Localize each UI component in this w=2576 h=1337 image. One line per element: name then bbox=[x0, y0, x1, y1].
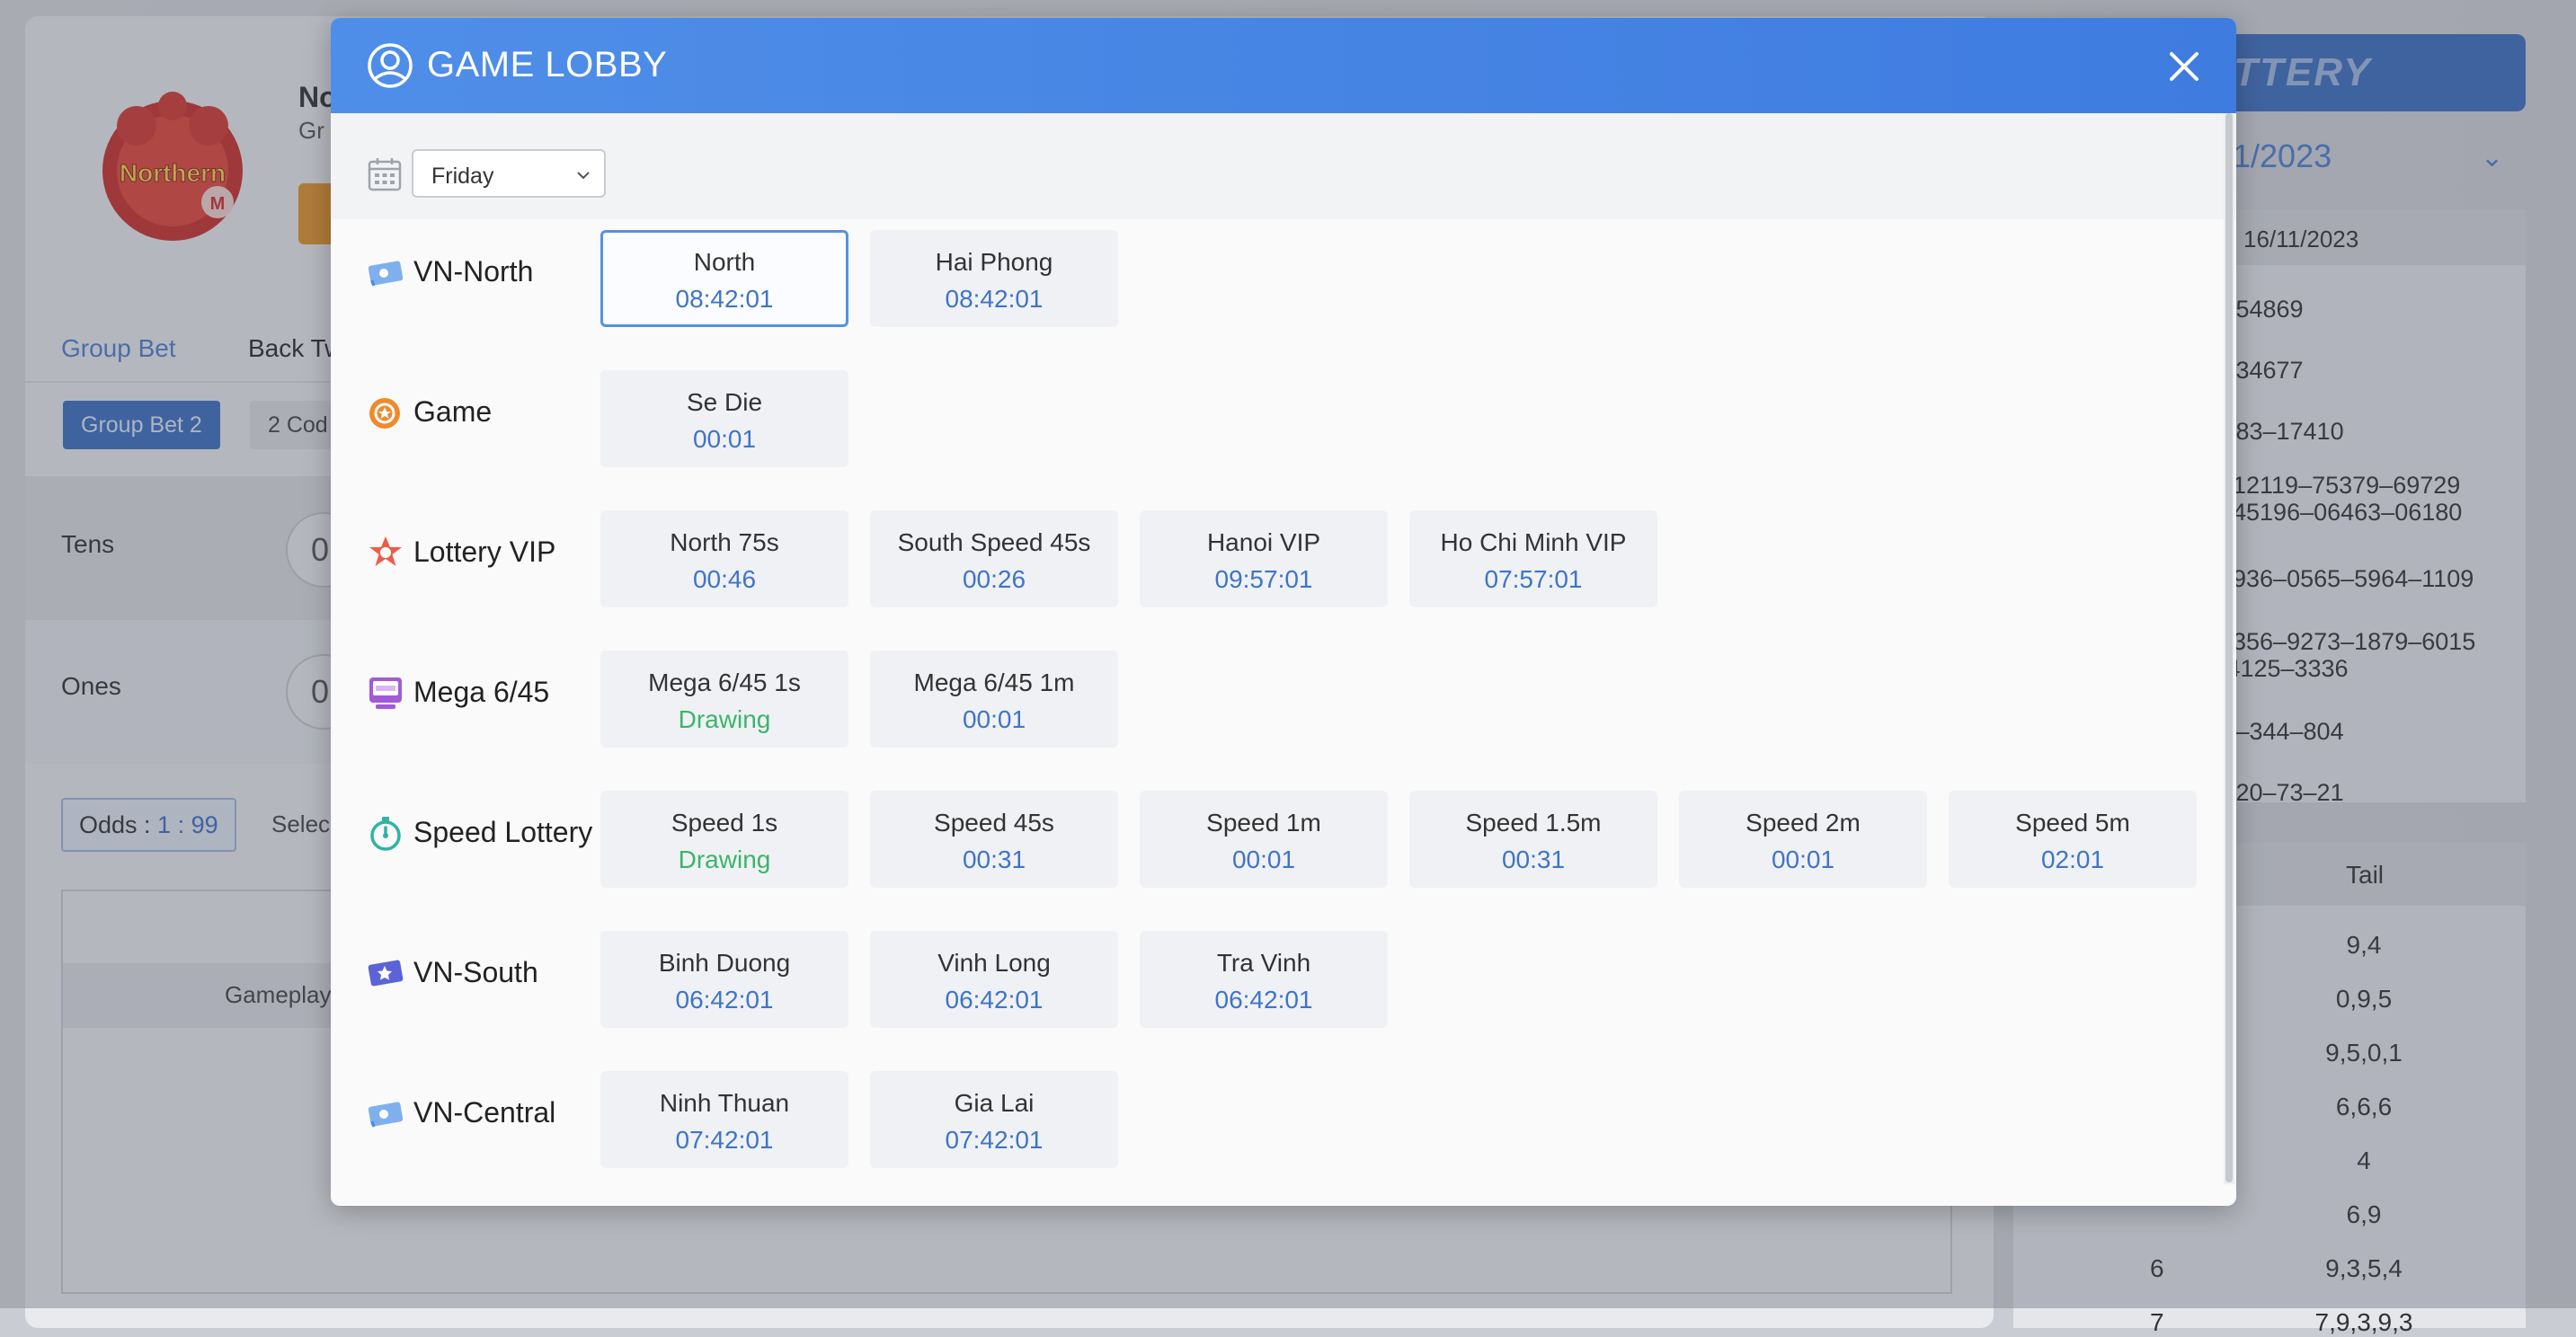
game-countdown: 06:42:01 bbox=[1214, 986, 1313, 1014]
game-name: South Speed 45s bbox=[897, 528, 1091, 556]
game-name: Se Die bbox=[686, 388, 763, 416]
game-countdown: 00:01 bbox=[1231, 846, 1296, 873]
game-name: Speed 1.5m bbox=[1465, 809, 1602, 837]
category-label: Lottery VIP bbox=[413, 536, 556, 568]
game-name: Speed 45s bbox=[934, 809, 1054, 837]
modal-scrollbar[interactable] bbox=[2224, 113, 2234, 1184]
game-north[interactable]: North 08:42:01 bbox=[600, 230, 848, 327]
game-name: Ninh Thuan bbox=[659, 1089, 790, 1117]
game-name: North bbox=[693, 248, 756, 276]
game-tra-vinh[interactable]: Tra Vinh 06:42:01 bbox=[1140, 931, 1388, 1028]
game-countdown: 00:26 bbox=[962, 565, 1026, 593]
calendar-icon bbox=[368, 158, 402, 191]
category-label: Mega 6/45 bbox=[413, 676, 550, 708]
game-speed-1m[interactable]: Speed 1m 00:01 bbox=[1140, 791, 1388, 888]
game-name: Vinh Long bbox=[937, 949, 1051, 977]
game-countdown: 08:42:01 bbox=[945, 285, 1044, 313]
game-hai-phong[interactable]: Hai Phong 08:42:01 bbox=[870, 230, 1118, 327]
lobby-toolbar: Friday bbox=[331, 113, 2236, 219]
game-se-die[interactable]: Se Die 00:01 bbox=[600, 370, 848, 467]
day-select[interactable]: Friday bbox=[412, 149, 606, 198]
game-ho-chi-minh-vip[interactable]: Ho Chi Minh VIP 07:57:01 bbox=[1409, 510, 1657, 607]
ticket-star-icon bbox=[368, 960, 404, 987]
game-countdown: 09:57:01 bbox=[1214, 565, 1313, 593]
game-coin-icon bbox=[369, 398, 400, 429]
game-mega-645-1m[interactable]: Mega 6/45 1m 00:01 bbox=[870, 651, 1118, 748]
game-status-drawing: Drawing bbox=[678, 846, 771, 873]
category-label: Speed Lottery bbox=[413, 816, 593, 848]
game-countdown: 06:42:01 bbox=[945, 986, 1044, 1014]
game-speed-5m[interactable]: Speed 5m 02:01 bbox=[1949, 791, 2197, 888]
game-gia-lai[interactable]: Gia Lai 07:42:01 bbox=[870, 1071, 1118, 1168]
chevron-down-icon bbox=[577, 172, 590, 180]
game-name: Ho Chi Minh VIP bbox=[1440, 528, 1627, 556]
game-name: Speed 1m bbox=[1206, 809, 1321, 837]
game-speed-2m[interactable]: Speed 2m 00:01 bbox=[1679, 791, 1927, 888]
game-countdown: 07:57:01 bbox=[1484, 565, 1583, 593]
game-countdown: 08:42:01 bbox=[675, 285, 774, 313]
game-lobby-modal: GAME LOBBY Friday VN-North North 08:42:0… bbox=[331, 18, 2236, 1206]
game-name: Binh Duong bbox=[658, 949, 791, 977]
game-countdown: 07:42:01 bbox=[945, 1126, 1044, 1154]
game-name: North 75s bbox=[670, 528, 779, 556]
game-south-speed-45s[interactable]: South Speed 45s 00:26 bbox=[870, 510, 1118, 607]
game-name: Hai Phong bbox=[935, 248, 1053, 276]
game-mega-645-1s[interactable]: Mega 6/45 1s Drawing bbox=[600, 651, 848, 748]
ticket-icon bbox=[368, 261, 404, 287]
game-name: Gia Lai bbox=[954, 1089, 1035, 1117]
category-label: Game bbox=[413, 395, 493, 428]
game-countdown: 00:01 bbox=[1771, 846, 1835, 873]
game-countdown: 00:31 bbox=[1501, 846, 1566, 873]
game-name: Speed 2m bbox=[1745, 809, 1861, 837]
game-name: Tra Vinh bbox=[1216, 949, 1311, 977]
game-countdown: 00:01 bbox=[962, 705, 1026, 733]
ticket-icon bbox=[368, 1102, 404, 1128]
game-countdown: 02:01 bbox=[2040, 846, 2105, 873]
game-speed-45s[interactable]: Speed 45s 00:31 bbox=[870, 791, 1118, 888]
game-speed-1s[interactable]: Speed 1s Drawing bbox=[600, 791, 848, 888]
game-north-75s[interactable]: North 75s 00:46 bbox=[600, 510, 848, 607]
game-countdown: 00:31 bbox=[962, 846, 1026, 873]
game-name: Speed 1s bbox=[671, 809, 778, 837]
game-countdown: 00:01 bbox=[692, 425, 757, 453]
modal-header: GAME LOBBY bbox=[331, 18, 2236, 113]
modal-title: GAME LOBBY bbox=[427, 45, 668, 84]
day-select-value: Friday bbox=[431, 164, 494, 189]
game-name: Mega 6/45 1m bbox=[913, 668, 1075, 696]
mega-645-icon bbox=[369, 677, 402, 709]
game-countdown: 07:42:01 bbox=[675, 1126, 774, 1154]
vip-star-icon bbox=[369, 536, 402, 566]
game-status-drawing: Drawing bbox=[678, 705, 771, 733]
game-name: Mega 6/45 1s bbox=[648, 668, 801, 696]
game-name: Hanoi VIP bbox=[1206, 528, 1321, 556]
game-binh-duong[interactable]: Binh Duong 06:42:01 bbox=[600, 931, 848, 1028]
category-label: VN-South bbox=[413, 956, 538, 988]
close-icon[interactable] bbox=[2164, 47, 2204, 86]
stopwatch-icon bbox=[370, 817, 401, 851]
category-label: VN-Central bbox=[413, 1096, 556, 1129]
game-countdown: 06:42:01 bbox=[675, 986, 774, 1014]
lottery-ball-icon bbox=[368, 43, 413, 88]
game-vinh-long[interactable]: Vinh Long 06:42:01 bbox=[870, 931, 1118, 1028]
game-speed-1-5m[interactable]: Speed 1.5m 00:31 bbox=[1409, 791, 1657, 888]
category-label: VN-North bbox=[413, 255, 534, 288]
game-name: Speed 5m bbox=[2015, 809, 2130, 837]
scrollbar-thumb[interactable] bbox=[2225, 113, 2233, 1182]
game-ninh-thuan[interactable]: Ninh Thuan 07:42:01 bbox=[600, 1071, 848, 1168]
game-countdown: 00:46 bbox=[692, 565, 757, 593]
game-hanoi-vip[interactable]: Hanoi VIP 09:57:01 bbox=[1140, 510, 1388, 607]
